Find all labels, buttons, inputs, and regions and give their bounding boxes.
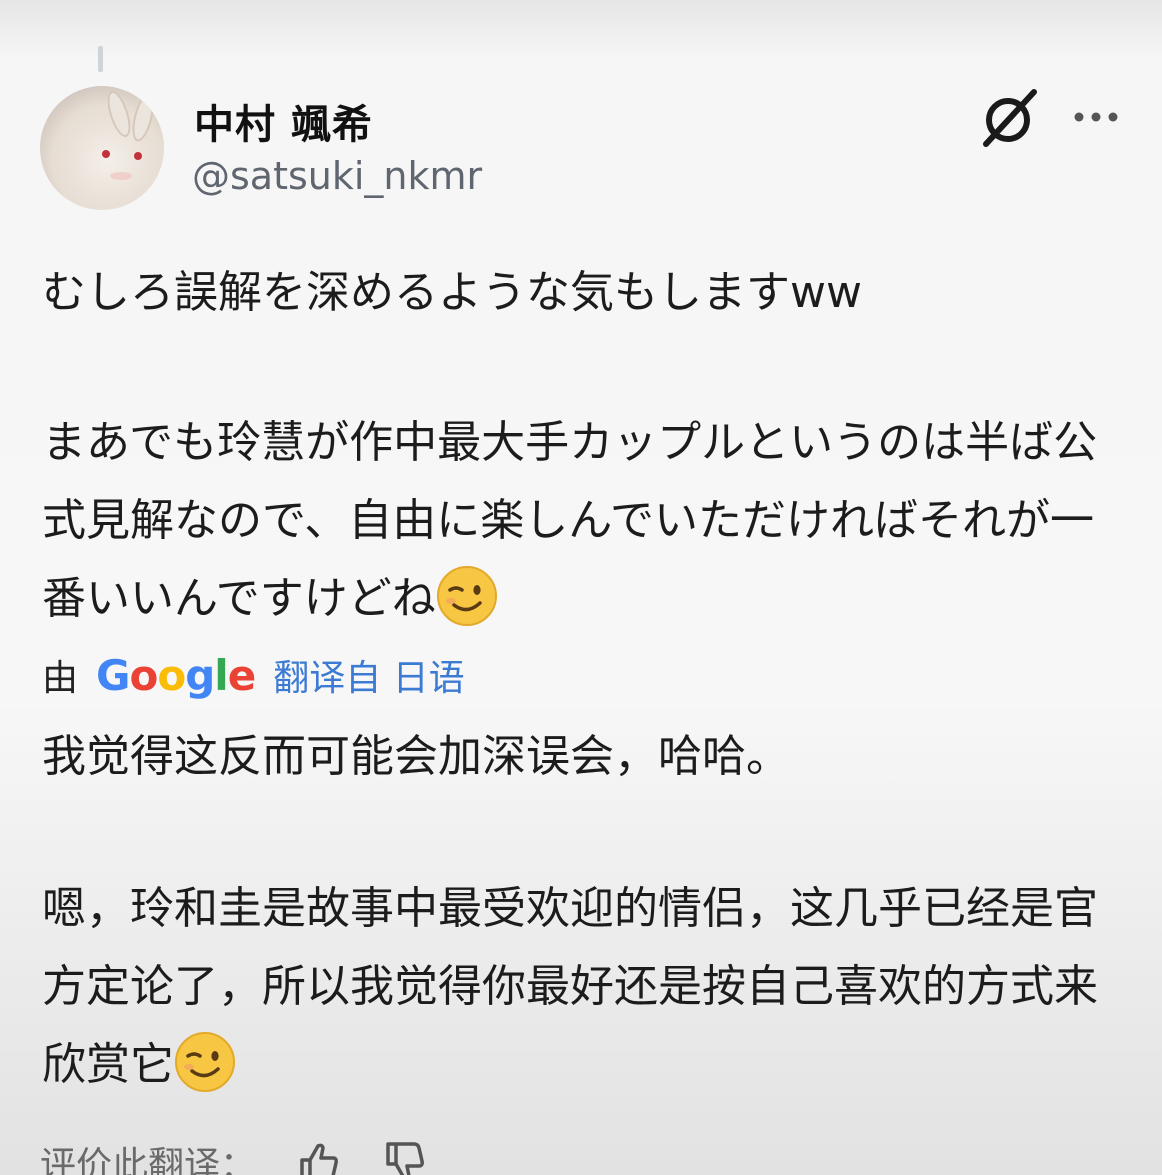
more-dots-icon[interactable] bbox=[1072, 102, 1120, 132]
avatar-rabbit-eye bbox=[102, 150, 110, 158]
avatar-rabbit-cheek bbox=[110, 172, 132, 180]
rate-translation-row: 评价此翻译： bbox=[40, 1136, 428, 1175]
translation-prefix: 由 bbox=[42, 658, 79, 699]
avatar-rabbit-eye bbox=[134, 152, 142, 160]
avatar-rabbit-ear bbox=[128, 92, 158, 144]
winking-face-emoji bbox=[175, 1032, 235, 1092]
original-text-paragraph-2: まあでも玲慧が作中最大手カップルというのは半ば公式見解なので、自由に楽しんでいた… bbox=[42, 404, 1112, 638]
translated-text-line-1: 我觉得这反而可能会加深误会，哈哈。 bbox=[42, 731, 790, 782]
thumbs-up-icon[interactable] bbox=[294, 1138, 342, 1175]
thread-connector-line bbox=[98, 46, 103, 72]
translation-attribution: 由 Google 翻译自 日语 bbox=[42, 648, 465, 702]
original-text-2: まあでも玲慧が作中最大手カップルというのは半ば公式見解なので、自由に楽しんでいた… bbox=[42, 417, 1098, 624]
author-handle[interactable]: @satsuki_nkmr bbox=[192, 154, 482, 198]
avatar-rabbit-ear bbox=[103, 88, 135, 140]
translated-from-language-link[interactable]: 翻译自 日语 bbox=[273, 649, 464, 701]
thumbs-down-icon[interactable] bbox=[380, 1138, 428, 1175]
translated-text-paragraph-2: 嗯，玲和圭是故事中最受欢迎的情侣，这几乎已经是官方定论了，所以我觉得你最好还是按… bbox=[42, 870, 1112, 1104]
google-logo: Google bbox=[96, 650, 256, 700]
grok-slash-icon[interactable] bbox=[978, 88, 1040, 150]
rate-translation-label: 评价此翻译： bbox=[40, 1145, 257, 1175]
post-page: 中村 颯希 @satsuki_nkmr むしろ誤解を深めるような気もしますww … bbox=[0, 0, 1162, 1175]
winking-face-emoji bbox=[436, 566, 497, 626]
original-text-line-1: むしろ誤解を深めるような気もしますww bbox=[42, 267, 862, 318]
author-name[interactable]: 中村 颯希 bbox=[194, 92, 373, 150]
avatar[interactable] bbox=[40, 86, 164, 210]
